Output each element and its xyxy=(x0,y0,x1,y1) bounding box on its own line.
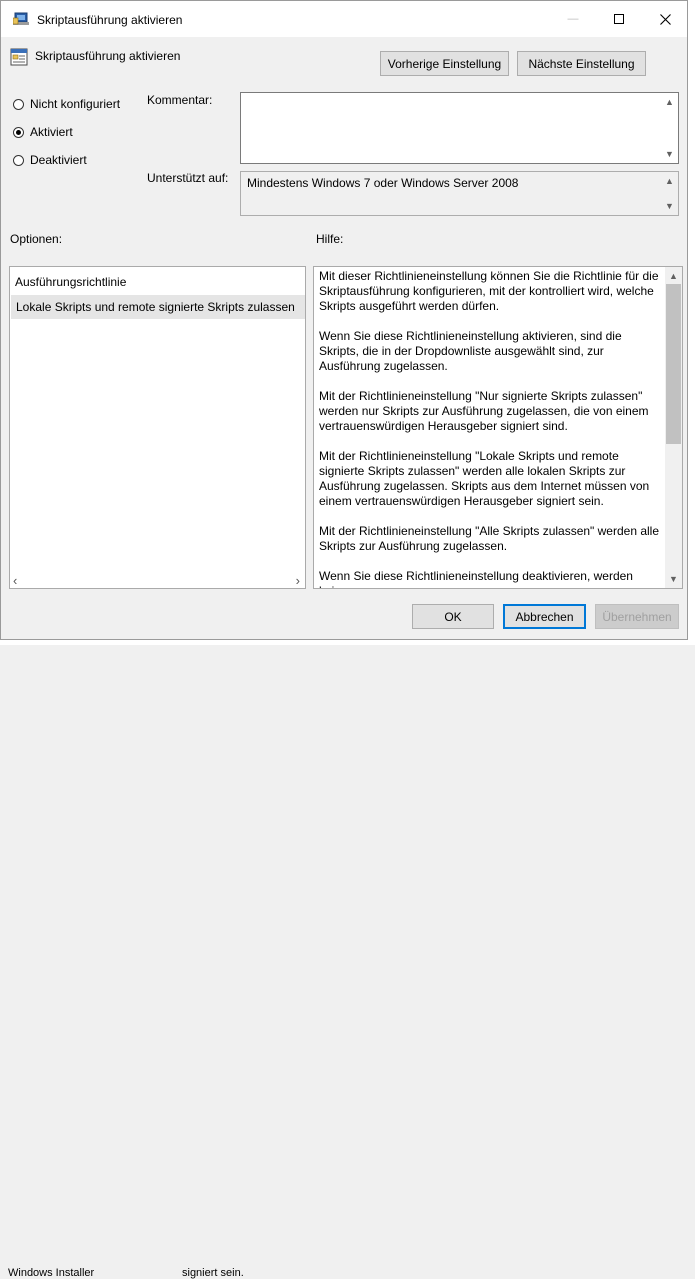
close-icon xyxy=(659,13,671,25)
scroll-down-arrow-icon[interactable]: ▼ xyxy=(661,146,678,162)
maximize-button[interactable] xyxy=(596,1,642,37)
policy-settings-icon xyxy=(13,12,29,25)
help-paragraph: Wenn Sie diese Richtlinieneinstellung ak… xyxy=(319,329,622,373)
scroll-up-arrow-icon[interactable]: ▲ xyxy=(661,94,678,110)
window-title: Skriptausführung aktivieren xyxy=(37,13,183,27)
background-text-left: Windows Installer xyxy=(8,1267,95,1279)
help-scrollbar[interactable]: ▲ ▼ xyxy=(665,267,682,588)
help-paragraph: Wenn Sie diese Richtlinieneinstellung de… xyxy=(319,569,633,588)
scroll-up-arrow-icon[interactable]: ▲ xyxy=(661,173,678,189)
comment-label: Kommentar: xyxy=(147,93,213,107)
options-section-label: Optionen: xyxy=(10,232,63,246)
help-scrollbar-thumb[interactable] xyxy=(666,284,681,444)
scroll-down-arrow-icon[interactable]: ▼ xyxy=(661,198,678,214)
radio-disabled[interactable]: Deaktiviert xyxy=(13,153,87,167)
radio-disabled-label: Deaktiviert xyxy=(30,153,87,167)
supported-scrollbar[interactable]: ▲ ▼ xyxy=(661,172,678,215)
comment-scrollbar[interactable]: ▲ ▼ xyxy=(661,93,678,163)
radio-not-configured-circle[interactable] xyxy=(13,98,24,110)
options-panel: Ausführungsrichtlinie Lokale Skripts und… xyxy=(9,266,306,589)
help-paragraph: Mit der Richtlinieneinstellung "Nur sign… xyxy=(319,389,649,433)
ok-button[interactable]: OK xyxy=(412,604,494,629)
apply-button[interactable]: Übernehmen xyxy=(595,604,679,629)
options-horizontal-scrollbar[interactable]: ‹ › xyxy=(10,571,305,588)
execution-policy-value: Lokale Skripts und remote signierte Skri… xyxy=(16,300,295,314)
maximize-icon xyxy=(614,14,624,24)
minimize-icon: — xyxy=(567,13,579,25)
supported-on-field[interactable]: Mindestens Windows 7 oder Windows Server… xyxy=(240,171,679,216)
close-button[interactable] xyxy=(642,1,688,37)
policy-dialog: Skriptausführung aktivieren — Skriptausf… xyxy=(0,0,688,640)
previous-setting-button[interactable]: Vorherige Einstellung xyxy=(380,51,509,76)
supported-on-label: Unterstützt auf: xyxy=(147,171,229,185)
background-text-mid: signiert sein. xyxy=(182,1267,244,1279)
radio-not-configured-label: Nicht konfiguriert xyxy=(30,97,121,111)
cancel-button[interactable]: Abbrechen xyxy=(503,604,586,629)
radio-not-configured[interactable]: Nicht konfiguriert xyxy=(13,97,120,111)
radio-enabled[interactable]: Aktiviert xyxy=(13,125,73,139)
radio-enabled-label: Aktiviert xyxy=(30,125,73,139)
comment-textarea[interactable]: ▲ ▼ xyxy=(240,92,679,164)
scroll-up-arrow-icon[interactable]: ▲ xyxy=(665,268,682,284)
help-section-label: Hilfe: xyxy=(316,232,344,246)
minimize-button[interactable]: — xyxy=(550,1,596,37)
scroll-left-arrow-icon[interactable]: ‹ xyxy=(13,573,17,588)
supported-on-value: Mindestens Windows 7 oder Windows Server… xyxy=(247,176,519,190)
radio-disabled-circle[interactable] xyxy=(13,154,24,166)
help-text: Mit dieser Richtlinieneinstellung können… xyxy=(319,269,664,588)
scroll-right-arrow-icon[interactable]: › xyxy=(296,573,300,588)
help-paragraph: Mit dieser Richtlinieneinstellung können… xyxy=(319,269,659,313)
help-panel: Mit dieser Richtlinieneinstellung können… xyxy=(313,266,683,589)
help-paragraph: Mit der Richtlinieneinstellung "Lokale S… xyxy=(319,449,650,508)
execution-policy-label: Ausführungsrichtlinie xyxy=(15,275,127,289)
scroll-down-arrow-icon[interactable]: ▼ xyxy=(665,571,682,587)
next-setting-button[interactable]: Nächste Einstellung xyxy=(517,51,646,76)
radio-enabled-circle[interactable] xyxy=(13,126,24,138)
setting-title: Skriptausführung aktivieren xyxy=(35,49,181,63)
help-paragraph: Mit der Richtlinieneinstellung "Alle Skr… xyxy=(319,524,660,553)
title-bar[interactable]: Skriptausführung aktivieren — xyxy=(1,1,687,37)
execution-policy-dropdown[interactable]: Lokale Skripts und remote signierte Skri… xyxy=(11,295,305,319)
policy-document-icon xyxy=(10,48,28,66)
